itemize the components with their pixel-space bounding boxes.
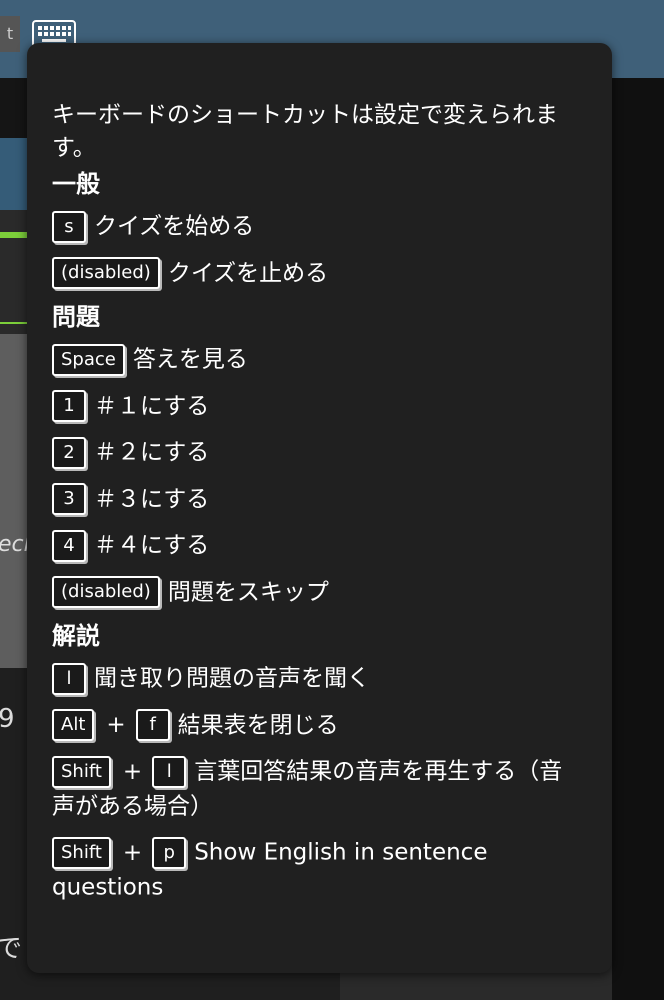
key-cap: p xyxy=(152,836,187,869)
key-cap: (disabled) xyxy=(52,576,160,608)
shortcut-description: クイズを始める xyxy=(94,213,255,240)
shortcut-description: ＃２にする xyxy=(94,439,210,466)
plus-sign: + xyxy=(122,758,143,785)
shortcut-row: 3 ＃３にする xyxy=(52,482,582,517)
bg-text-fragment: で xyxy=(0,934,23,964)
shortcut-row: Shift + p Show English in sentence question… xyxy=(52,835,582,904)
shortcut-sections: 一般 s クイズを始める (disabled) クイズを止める問題 Space 答えを見る 1… xyxy=(52,169,582,904)
key-cap: 4 xyxy=(52,529,86,562)
app-blue-panel xyxy=(0,138,30,210)
key-cap: l xyxy=(52,662,86,695)
key-cap: 1 xyxy=(52,390,86,422)
section-title: 解説 xyxy=(52,622,100,650)
plus-sign: + xyxy=(122,839,143,866)
key-cap: (disabled) xyxy=(52,257,160,289)
key-cap: Space xyxy=(52,343,125,376)
section-title: 一般 xyxy=(52,170,100,198)
app-progress-bar xyxy=(0,232,30,238)
shortcut-row: 1 ＃１にする xyxy=(52,389,582,424)
shortcut-row: 4 ＃４にする xyxy=(52,528,582,563)
shortcut-description: 答えを見る xyxy=(132,346,248,373)
popup-intro: キーボードのショートカットは設定で変えられます。 xyxy=(52,102,558,161)
shortcut-description: ＃４にする xyxy=(94,532,210,559)
shortcut-row: (disabled) クイズを止める xyxy=(52,256,582,291)
app-gray-panel xyxy=(0,334,30,668)
shortcut-row: l 聞き取り問題の音声を聞く xyxy=(52,661,582,696)
shortcut-row: Space 答えを見る xyxy=(52,342,582,377)
shortcut-row: Shift + l 言葉回答結果の音声を再生する（音声がある場合） xyxy=(52,754,582,823)
key-cap: f xyxy=(135,709,170,741)
shortcut-description: クイズを止める xyxy=(167,260,329,286)
shortcut-description: 問題をスキップ xyxy=(167,579,329,605)
key-cap: l xyxy=(152,755,187,788)
shortcut-description: ＃３にする xyxy=(94,486,210,512)
bg-text-fragment: ecl xyxy=(0,532,30,557)
shortcut-row: Alt + f 結果表を閉じる xyxy=(52,708,582,743)
key-cap: 2 xyxy=(52,436,86,469)
shortcut-row: s クイズを始める xyxy=(52,209,582,244)
plus-sign: + xyxy=(106,712,126,738)
shortcut-row: (disabled) 問題をスキップ xyxy=(52,575,582,610)
app-tab-fragment[interactable]: t xyxy=(0,16,20,52)
shortcut-row: 2 ＃２にする xyxy=(52,435,582,470)
app-right-area xyxy=(612,78,664,1000)
key-cap: Shift xyxy=(52,836,111,869)
shortcut-description: 聞き取り問題の音声を聞く xyxy=(94,665,370,692)
key-cap: s xyxy=(52,210,86,243)
keyboard-shortcuts-popup: キーボードのショートカットは設定で変えられます。 一般 s クイズを始める (disa… xyxy=(27,43,612,973)
key-cap: Shift xyxy=(52,755,111,788)
key-cap: Alt xyxy=(52,709,95,741)
shortcut-description: ＃１にする xyxy=(94,393,210,419)
key-cap: 3 xyxy=(52,483,86,515)
app-divider xyxy=(0,322,30,324)
section-title: 問題 xyxy=(52,303,100,331)
shortcut-description: Show English in sentence questions xyxy=(52,839,488,901)
bg-text-fragment: 9 xyxy=(0,704,15,734)
shortcut-description: 結果表を閉じる xyxy=(177,712,339,738)
